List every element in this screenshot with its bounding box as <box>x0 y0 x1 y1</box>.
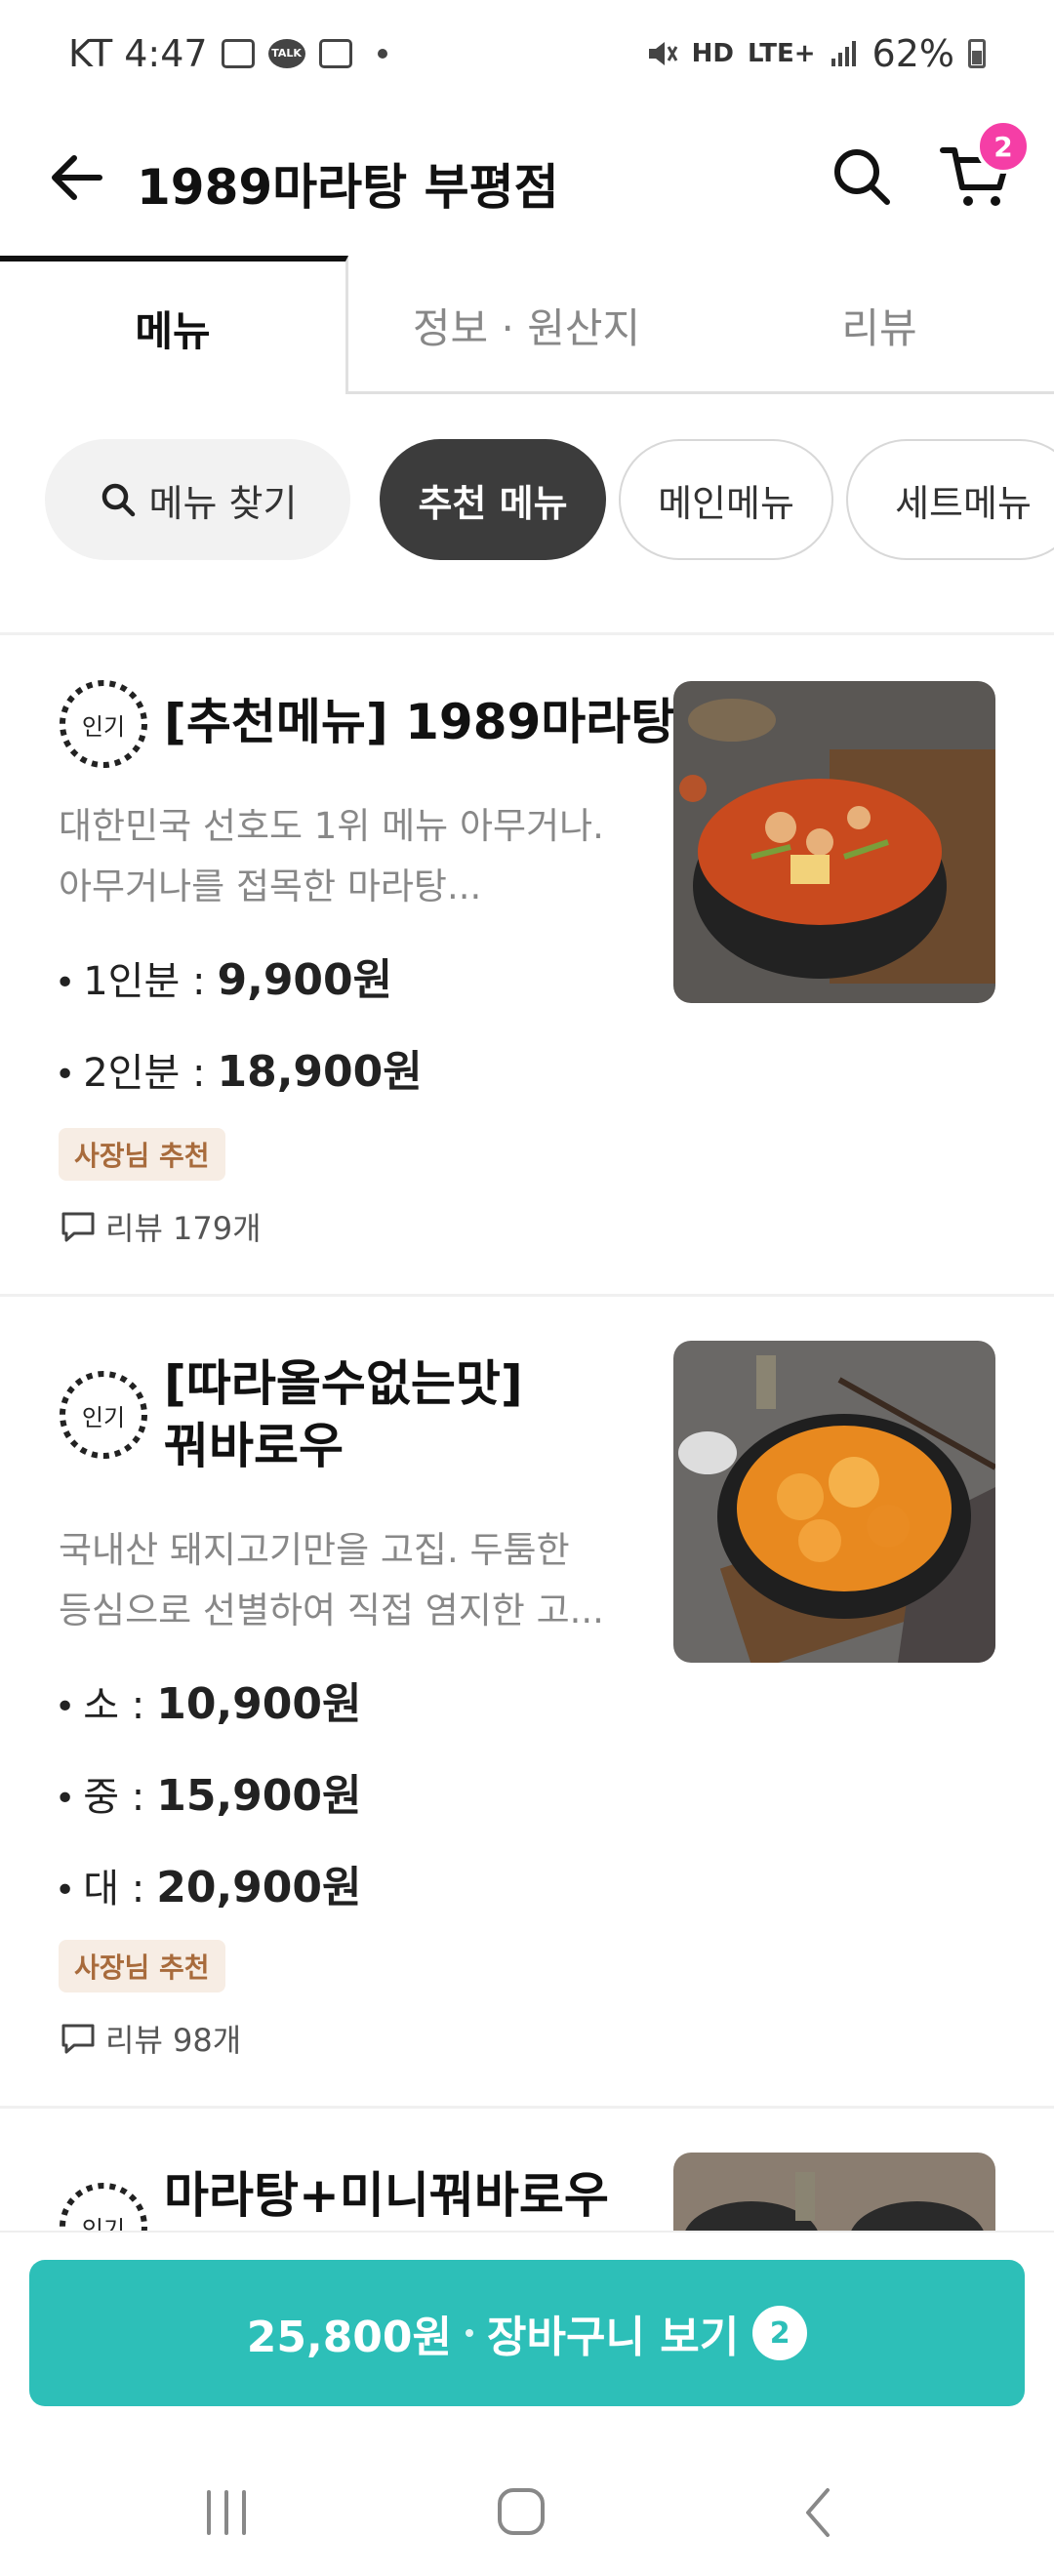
battery-percent: 62% <box>872 32 954 75</box>
menu-item[interactable]: 인기 [추천메뉴] 1989마라탕 대한민국 선호도 1위 메뉴 아무거나. 아… <box>0 634 1054 1294</box>
price-value: 9,900원 <box>217 955 393 1005</box>
mute-icon <box>648 42 677 65</box>
cart-count-badge: 2 <box>976 119 1031 174</box>
menu-item-desc-1: 대한민국 선호도 1위 메뉴 아무거나. <box>59 805 604 847</box>
chip-recommended[interactable]: 추천 메뉴 <box>380 439 606 560</box>
gallery-icon <box>221 39 255 68</box>
malatang-food-image <box>673 681 995 1003</box>
price-value: 15,900원 <box>156 1771 362 1821</box>
guobaorou-food-image <box>673 1341 995 1663</box>
search-icon <box>101 483 135 517</box>
lte-icon: LTE+ <box>747 39 816 68</box>
tab-bar: 메뉴 정보 · 원산지 리뷰 <box>0 256 1054 394</box>
menu-item-name: 마라탕+미니꿔바로우 <box>164 2167 609 2224</box>
home-icon[interactable] <box>482 2478 560 2547</box>
owner-recommend-tag: 사장님 추천 <box>59 1940 225 1992</box>
menu-item-name-1: [따라올수없는맛] <box>164 1355 523 1412</box>
cart-total: 25,800원 <box>246 2313 453 2362</box>
recent-apps-icon[interactable] <box>187 2478 265 2547</box>
signal-icon <box>831 41 856 66</box>
system-nav-bar <box>0 2449 1054 2576</box>
menu-search-button[interactable]: 메뉴 찾기 <box>45 439 350 560</box>
battery-icon <box>968 39 986 68</box>
price-value: 20,900원 <box>156 1863 362 1912</box>
app-bar: 1989마라탕 부평점 2 <box>0 107 1054 254</box>
menu-item[interactable]: 인기 [따라올수없는맛] 꿔바로우 국내산 돼지고기만을 고집. 두툼한 등심으… <box>0 1296 1054 2106</box>
menu-item-name-2: 꿔바로우 <box>164 1418 344 1474</box>
status-bar: KT 4:47 TALK HD LTE+ 62% <box>0 0 1054 107</box>
chip-main-menu[interactable]: 메인메뉴 <box>619 439 833 560</box>
menu-item-desc-2: 아무거나를 접목한 마라탕... <box>59 865 482 907</box>
tab-menu[interactable]: 메뉴 <box>0 256 348 394</box>
price-value: 18,900원 <box>217 1047 423 1097</box>
voicemail-icon <box>318 39 352 68</box>
popular-badge-label: 인기 <box>81 1403 126 1431</box>
review-count-label: 리뷰 179개 <box>105 1210 262 1247</box>
tab-info-origin[interactable]: 정보 · 원산지 <box>348 256 705 394</box>
owner-recommend-tag: 사장님 추천 <box>59 1128 225 1181</box>
price-row: • 2인분 :18,900원 <box>55 1036 423 1099</box>
menu-item-name: [추천메뉴] 1989마라탕 <box>164 694 676 750</box>
speech-bubble-icon <box>61 2024 95 2054</box>
review-count: 리뷰 179개 <box>61 1204 262 1249</box>
price-label: 중 : <box>83 1775 145 1820</box>
carrier-time: KT 4:47 <box>68 32 208 75</box>
menu-filter-bar: 메뉴 찾기 추천 메뉴 메인메뉴 세트메뉴 <box>0 439 1054 560</box>
popular-badge: 인기 <box>55 675 152 773</box>
price-row: • 1인분 :9,900원 <box>55 945 392 1007</box>
search-icon[interactable] <box>828 142 896 211</box>
cart-item-count: 2 <box>752 2306 808 2360</box>
view-cart-label: 장바구니 보기 <box>487 2313 740 2362</box>
popular-badge-label: 인기 <box>81 712 126 741</box>
popular-badge: 인기 <box>55 1366 152 1464</box>
price-label: 대 : <box>83 1867 145 1912</box>
price-row: • 대 :20,900원 <box>55 1852 362 1914</box>
separator-dot <box>466 2329 474 2337</box>
tab-reviews[interactable]: 리뷰 <box>705 256 1054 394</box>
price-row: • 소 :10,900원 <box>55 1669 362 1731</box>
page-title: 1989마라탕 부평점 <box>137 159 559 216</box>
back-arrow-icon[interactable] <box>45 146 107 209</box>
talk-icon: TALK <box>267 39 305 68</box>
chip-set-menu[interactable]: 세트메뉴 <box>846 439 1054 560</box>
back-icon[interactable] <box>781 2478 859 2547</box>
price-label: 소 : <box>83 1683 145 1728</box>
price-label: 1인분 : <box>83 959 206 1004</box>
view-cart-button[interactable]: 25,800원 장바구니 보기 2 <box>29 2260 1025 2406</box>
more-notifications-icon <box>377 49 387 59</box>
menu-item-desc-1: 국내산 돼지고기만을 고집. 두툼한 <box>59 1529 570 1571</box>
review-count-label: 리뷰 98개 <box>105 2022 242 2059</box>
price-row: • 중 :15,900원 <box>55 1760 362 1823</box>
review-count: 리뷰 98개 <box>61 2016 241 2061</box>
speech-bubble-icon <box>61 1212 95 1242</box>
menu-search-label: 메뉴 찾기 <box>148 481 298 525</box>
hd-icon: HD <box>691 39 734 68</box>
price-value: 10,900원 <box>156 1679 362 1729</box>
price-label: 2인분 : <box>83 1051 206 1096</box>
menu-item-desc-2: 등심으로 선별하여 직접 염지한 고... <box>59 1590 604 1631</box>
menu-item[interactable]: 인기 마라탕+미니꿔바로우 <box>0 2108 1054 2244</box>
